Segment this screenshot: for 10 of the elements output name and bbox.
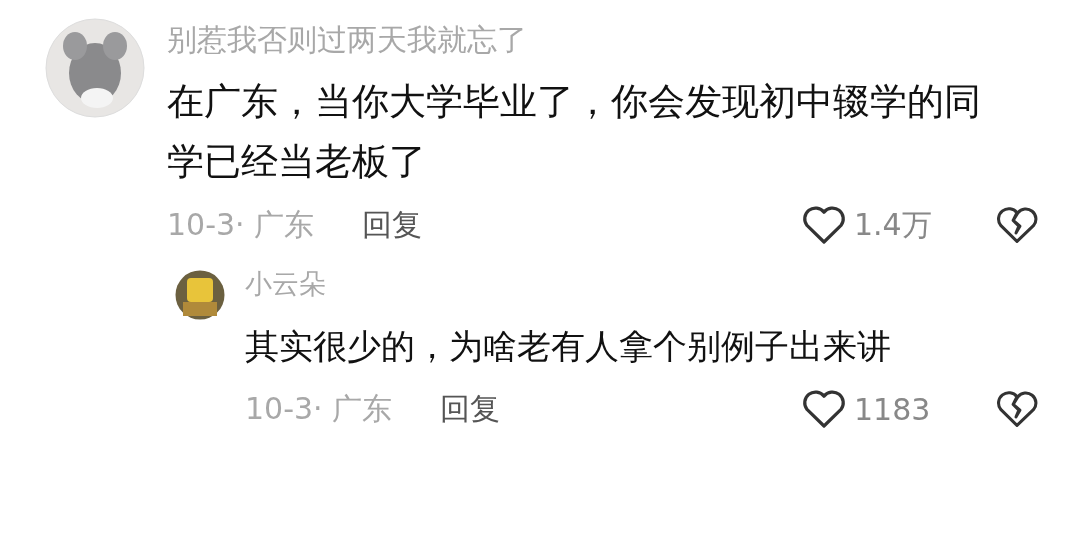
comment-date: 10-3· 广东 [167, 205, 315, 244]
user-avatar[interactable] [175, 270, 225, 320]
reply-button[interactable]: 回复 [362, 204, 423, 246]
user-avatar[interactable] [45, 18, 145, 118]
like-count: 1.4万 [854, 205, 933, 244]
comment-date: 10-3· 广东 [245, 389, 393, 428]
reply-button[interactable]: 回复 [440, 388, 501, 430]
comment-text: 其实很少的，为啥老有人拿个别例子出来讲 [245, 325, 892, 368]
like-count: 1183 [854, 391, 932, 427]
comment-text: 在广东，当你大学毕业了，你会发现初中辍学的同学已经当老板了 [167, 79, 982, 185]
